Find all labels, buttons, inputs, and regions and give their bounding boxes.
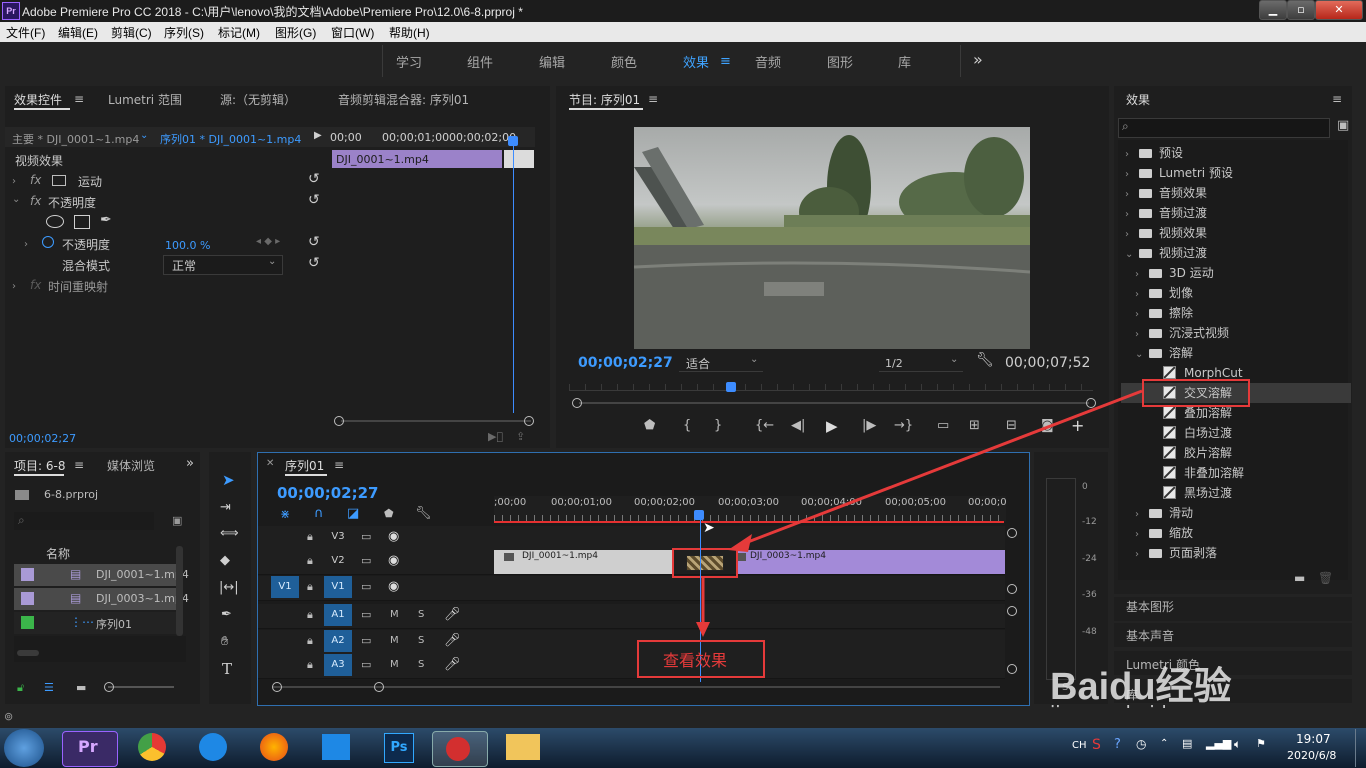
arrow-head-icon [696,622,710,637]
firefox-taskbar-icon[interactable] [260,733,288,761]
flag-icon[interactable]: ⚑ [1256,737,1266,750]
arrow-head-icon [728,534,752,552]
network-icon[interactable]: ▂▄▆ [1206,737,1231,750]
status-icon: ⊚ [4,710,14,723]
sogou-taskbar-icon[interactable] [199,733,227,761]
premiere-logo-icon: Pr [78,737,98,756]
arrow-to-transition [739,389,1143,547]
photoshop-taskbar-icon[interactable]: Ps [384,733,414,763]
volume-icon[interactable]: 🔈︎ [1234,737,1241,752]
annotation-arrows [696,389,1143,637]
explorer-taskbar-icon[interactable] [506,734,540,760]
chevron-up-icon[interactable]: ⌃ [1160,738,1168,749]
tray-icon[interactable]: ▤ [1182,737,1192,750]
start-button[interactable] [4,729,44,767]
chrome-taskbar-icon[interactable] [138,733,166,761]
clock-time[interactable]: 19:07 [1296,732,1331,746]
help-tray-icon[interactable]: ? [1114,737,1121,752]
app-taskbar-icon[interactable] [322,734,350,760]
record-icon [446,737,470,761]
language-indicator[interactable]: CH [1072,740,1087,751]
status-bar [0,708,1366,728]
sogou-tray-icon[interactable]: S [1092,737,1101,753]
clock-tray-icon[interactable]: ◷ [1136,737,1146,751]
clock-date[interactable]: 2020/6/8 [1287,749,1336,762]
show-desktop-button[interactable] [1355,729,1366,767]
